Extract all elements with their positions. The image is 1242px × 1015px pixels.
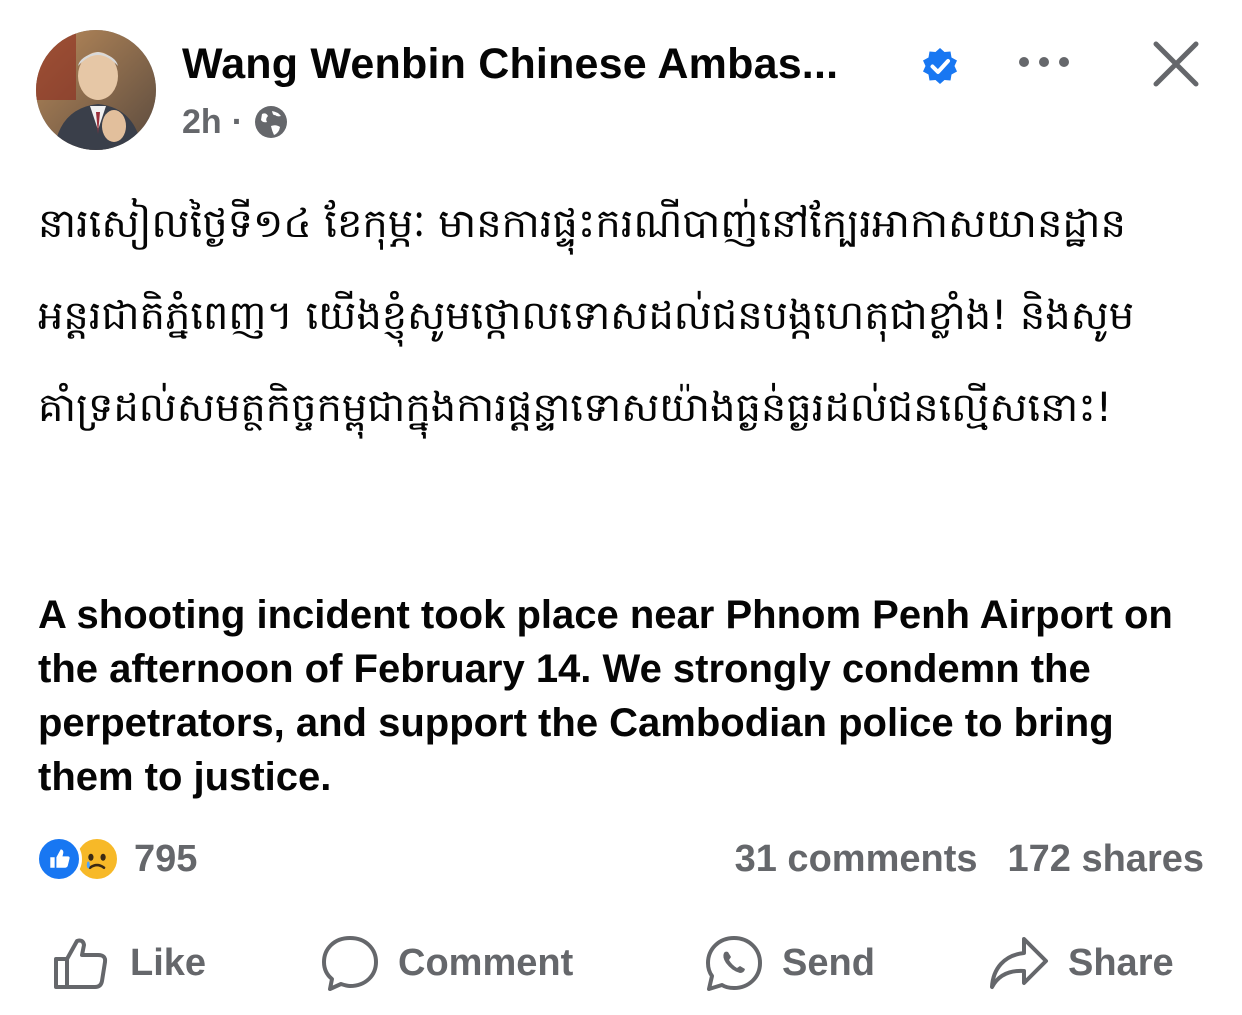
comment-button[interactable]: Comment [320, 930, 573, 996]
action-bar: Like Comment Send Share [0, 930, 1242, 996]
reaction-summary[interactable]: 795 [36, 834, 197, 884]
thumbs-up-icon [54, 938, 108, 989]
share-label: Share [1068, 941, 1174, 984]
like-label: Like [130, 941, 207, 984]
shares-count[interactable]: 172 shares [1008, 838, 1205, 881]
comments-count[interactable]: 31 comments [735, 838, 978, 881]
like-reaction-icon [36, 836, 82, 882]
meta-separator: · [231, 102, 244, 141]
share-arrow-icon [990, 937, 1048, 989]
close-icon[interactable] [1150, 38, 1202, 90]
post-text-english: A shooting incident took place near Phno… [38, 593, 1173, 799]
send-message-icon [706, 936, 762, 991]
post-time[interactable]: 2h [182, 103, 222, 142]
reaction-count: 795 [134, 837, 198, 880]
engagement-stats: 31 comments 172 shares [735, 834, 1204, 884]
globe-icon[interactable] [253, 104, 289, 140]
like-button[interactable]: Like [52, 930, 206, 996]
verified-badge-icon [923, 48, 957, 84]
more-options-icon[interactable] [1016, 44, 1072, 80]
author-name[interactable]: Wang Wenbin Chinese Ambas... [182, 40, 838, 89]
send-label: Send [782, 941, 875, 984]
share-button[interactable]: Share [988, 930, 1174, 996]
comment-label: Comment [398, 941, 574, 984]
post-meta: 2h · [182, 100, 289, 144]
avatar[interactable] [36, 30, 156, 150]
comment-bubble-icon [322, 936, 378, 991]
send-button[interactable]: Send [704, 930, 875, 996]
post-text-khmer: នារសៀលថ្ងៃទី១៤ ខែកុម្ភៈ មានការផ្ទុះករណីប… [38, 201, 1135, 431]
avatar-image [36, 30, 156, 150]
